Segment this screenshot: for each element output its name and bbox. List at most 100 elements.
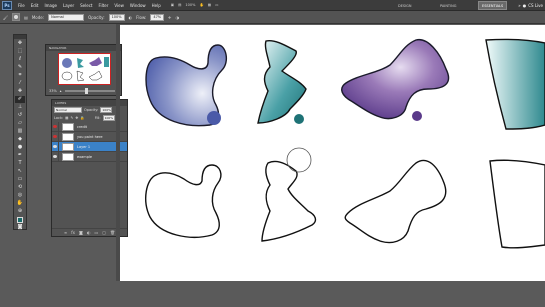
menu-file[interactable]: File: [18, 3, 25, 8]
workspace-painting[interactable]: PAINTING: [437, 1, 459, 10]
menu-help[interactable]: Help: [152, 3, 161, 8]
gradient-tool-icon[interactable]: ▥: [15, 128, 25, 135]
hand-tool-icon[interactable]: ✋: [15, 200, 25, 207]
layer-opacity-field[interactable]: 100%: [100, 107, 113, 113]
quick-select-tool-icon[interactable]: ✎: [15, 64, 25, 71]
adjustment-layer-icon[interactable]: ◐: [87, 230, 91, 235]
lock-transparent-icon[interactable]: ▦: [65, 116, 68, 120]
new-layer-icon[interactable]: ▢: [102, 230, 106, 235]
navigator-zoom-value[interactable]: 33%: [49, 89, 57, 93]
shape-tool-icon[interactable]: ▭: [15, 176, 25, 183]
navigator-thumbnail[interactable]: [58, 53, 111, 85]
layer-thumbnail: [62, 132, 74, 141]
path-select-tool-icon[interactable]: ↖: [15, 168, 25, 175]
menu-bar: Ps File Edit Image Layer Select Filter V…: [0, 0, 545, 11]
3d-rotate-tool-icon[interactable]: ⟲: [15, 184, 25, 191]
navigator-zoom-slider[interactable]: [64, 87, 115, 94]
workspace-menu-icon[interactable]: »: [518, 3, 520, 8]
brush-tip-icon: [14, 15, 19, 19]
healing-tool-icon[interactable]: ✚: [15, 88, 25, 95]
visibility-eye-icon[interactable]: [52, 152, 59, 161]
layer-style-icon[interactable]: fx: [71, 230, 75, 235]
history-brush-tool-icon[interactable]: ↺: [15, 112, 25, 119]
marquee-tool-icon[interactable]: ⬚: [15, 48, 25, 55]
lock-all-icon[interactable]: 🔒: [80, 116, 84, 120]
lock-image-icon[interactable]: ✎: [70, 116, 73, 120]
blend-mode-select[interactable]: Normal: [54, 107, 82, 113]
cs-live-label: CS Live: [528, 3, 543, 8]
screen-mode-icon[interactable]: ▭: [215, 3, 218, 7]
mode-select[interactable]: Normal: [48, 13, 85, 21]
lasso-tool-icon[interactable]: ℓ: [15, 56, 25, 63]
minibridge-icon[interactable]: ▤: [178, 3, 181, 7]
menu-edit[interactable]: Edit: [31, 3, 39, 8]
pen-tool-icon[interactable]: ✒: [15, 152, 25, 159]
type-tool-icon[interactable]: T: [15, 160, 25, 167]
blur-tool-icon[interactable]: ◆: [15, 136, 25, 143]
menu-filter[interactable]: Filter: [98, 3, 108, 8]
tools-panel-header[interactable]: [14, 35, 26, 39]
delete-layer-icon[interactable]: 🗑: [110, 230, 115, 235]
layer-thumbnail: [62, 122, 74, 131]
zoom-tool-icon[interactable]: ⊕: [15, 208, 25, 215]
heart-outline: [145, 164, 222, 238]
3d-orbit-tool-icon[interactable]: ◎: [15, 192, 25, 199]
teal-stripe-shape: [485, 38, 545, 130]
canvas-scrollbar[interactable]: [116, 24, 120, 281]
visibility-eye-icon[interactable]: [52, 142, 59, 151]
menu-select[interactable]: Select: [80, 3, 92, 8]
fill-field[interactable]: 100%: [102, 115, 115, 121]
quick-mask-icon[interactable]: ◙: [15, 224, 25, 231]
zoom-level[interactable]: 100%: [185, 3, 195, 7]
move-tool-icon[interactable]: ✥: [15, 40, 25, 47]
pressure-size-icon[interactable]: ◑: [175, 15, 179, 20]
airbrush-icon[interactable]: ✈: [168, 15, 171, 20]
cs-live[interactable]: » ● CS Live: [518, 1, 543, 10]
layer-name[interactable]: example: [77, 155, 92, 159]
arrange-icon[interactable]: ▦: [208, 3, 211, 7]
eraser-tool-icon[interactable]: ▱: [15, 120, 25, 127]
dodge-tool-icon[interactable]: ●: [15, 144, 25, 151]
brush-preset-picker[interactable]: [12, 13, 21, 21]
flow-field[interactable]: 47%: [150, 13, 165, 21]
zoom-out-icon[interactable]: ▴: [60, 89, 62, 93]
photoshop-logo: Ps: [2, 0, 12, 10]
layer-name[interactable]: you paint here: [77, 135, 102, 139]
blue-dot: [207, 111, 221, 125]
foreground-color-swatch[interactable]: [17, 217, 23, 223]
opacity-field[interactable]: 100%: [108, 13, 125, 21]
crop-tool-icon[interactable]: ⌗: [15, 72, 25, 79]
menu-view[interactable]: View: [114, 3, 124, 8]
document-canvas[interactable]: [120, 25, 545, 281]
brush-panel-icon[interactable]: ▤: [24, 15, 28, 20]
link-layers-icon[interactable]: ∞: [64, 230, 67, 235]
visibility-eye-icon[interactable]: [52, 122, 59, 131]
menu-layer[interactable]: Layer: [63, 3, 74, 8]
brush-tool-icon[interactable]: ✐: [15, 96, 25, 103]
options-bar: 🖌 ▤ Mode: Normal Opacity: 100% ◐ Flow: 4…: [0, 11, 545, 24]
purple-dot: [412, 111, 422, 121]
brush-tool-icon[interactable]: 🖌: [3, 15, 8, 20]
lock-position-icon[interactable]: ✥: [75, 116, 78, 120]
workspace-design[interactable]: DESIGN: [395, 1, 415, 10]
layer-thumbnail: [62, 152, 74, 161]
eye-icon: [53, 125, 57, 128]
new-group-icon[interactable]: ▭: [94, 230, 98, 235]
pressure-opacity-icon[interactable]: ◐: [129, 15, 133, 20]
workspace-essentials[interactable]: ESSENTIALS: [478, 1, 508, 10]
navigator-tab[interactable]: NAVIGATOR: [46, 45, 121, 51]
menu-image[interactable]: Image: [44, 3, 57, 8]
bridge-icon[interactable]: ▣: [171, 3, 174, 7]
layer-name[interactable]: Layer 1: [77, 145, 90, 149]
eyedropper-tool-icon[interactable]: ⁄: [15, 80, 25, 87]
navigator-panel: NAVIGATOR 33% ▴ ▲: [45, 44, 122, 96]
mode-label: Mode:: [31, 14, 45, 20]
layer-name[interactable]: credit: [77, 125, 87, 129]
clone-stamp-tool-icon[interactable]: ⊥: [15, 104, 25, 111]
menu-window[interactable]: Window: [130, 3, 146, 8]
add-mask-icon[interactable]: ◙: [79, 230, 83, 235]
visibility-eye-icon[interactable]: [52, 132, 59, 141]
zoom-slider-knob[interactable]: [84, 87, 88, 94]
brush-cursor-circle: [286, 147, 312, 173]
hand-tool-icon[interactable]: ✋: [199, 3, 203, 7]
